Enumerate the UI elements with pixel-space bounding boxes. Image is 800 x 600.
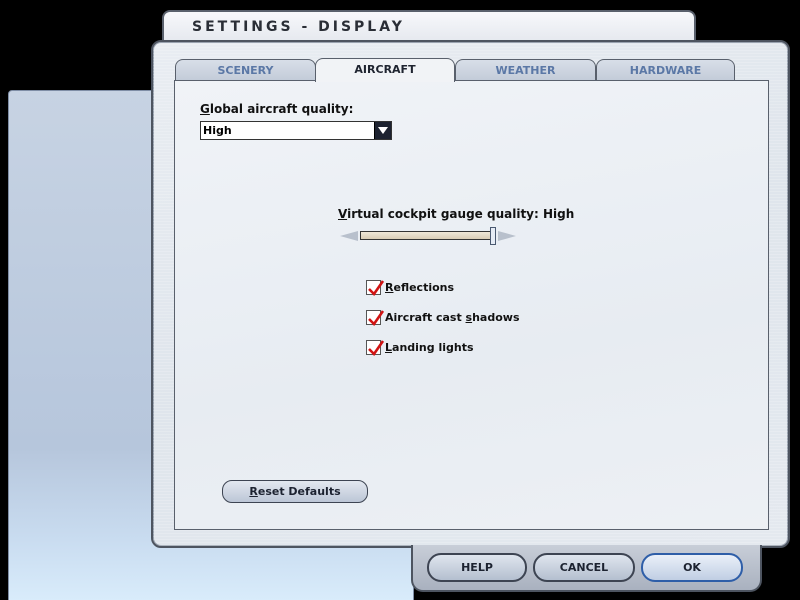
aircraft-quality-label: Global aircraft quality: [200, 102, 353, 116]
slider-decrease-icon[interactable] [340, 231, 358, 241]
ok-button[interactable]: OK [641, 553, 743, 582]
checkbox-label: Aircraft cast shadows [385, 311, 520, 324]
aircraft-quality-select[interactable]: High [200, 121, 392, 140]
checkbox-reflections[interactable]: Reflections [366, 280, 486, 298]
checkbox-box[interactable] [366, 280, 385, 297]
tab-hardware[interactable]: HARDWARE [596, 59, 735, 81]
check-mark-icon [368, 280, 385, 297]
label-text: irtual cockpit gauge quality: High [347, 207, 575, 221]
checkbox-box[interactable] [366, 340, 385, 357]
check-mark-icon [368, 310, 385, 327]
checkbox-cast-shadows[interactable]: Aircraft cast shadows [366, 310, 526, 328]
check-mark-icon [368, 340, 385, 357]
aircraft-quality-value: High [203, 124, 232, 137]
window-title: SETTINGS - DISPLAY [192, 19, 405, 35]
checkbox-landing-lights[interactable]: Landing lights [366, 340, 486, 358]
tab-aircraft[interactable]: AIRCRAFT [315, 58, 455, 82]
cancel-button[interactable]: CANCEL [533, 553, 635, 582]
app-window: SETTINGS - DISPLAY SCENERY AIRCRAFT WEAT… [0, 0, 800, 600]
slider-track[interactable] [360, 231, 496, 240]
tab-weather[interactable]: WEATHER [455, 59, 596, 81]
label-mnemonic: G [200, 102, 210, 116]
slider-increase-icon[interactable] [498, 231, 516, 241]
reset-defaults-button[interactable]: Reset Defaults [222, 480, 368, 503]
label-mnemonic: V [338, 207, 348, 221]
checkbox-label: Reflections [385, 281, 455, 294]
gauge-quality-slider[interactable] [338, 226, 518, 248]
label-text: lobal aircraft quality: [209, 102, 354, 116]
tab-scenery[interactable]: SCENERY [175, 59, 316, 81]
tab-content-panel [174, 80, 769, 530]
help-button[interactable]: HELP [427, 553, 527, 582]
slider-thumb[interactable] [490, 227, 496, 245]
chevron-down-icon[interactable] [374, 122, 391, 139]
checkbox-label: Landing lights [385, 341, 474, 354]
gauge-quality-label: Virtual cockpit gauge quality: High [338, 207, 574, 221]
checkbox-box[interactable] [366, 310, 385, 327]
